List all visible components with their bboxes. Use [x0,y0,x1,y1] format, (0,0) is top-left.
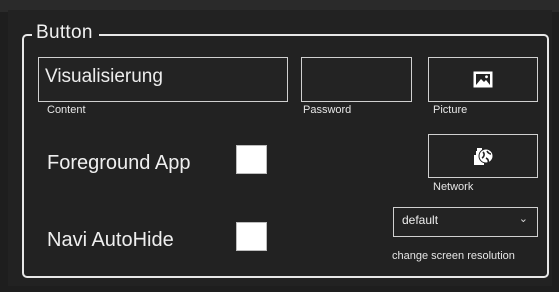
screen-resolution-value: default [402,213,439,227]
network-button[interactable] [428,134,538,178]
navi-autohide-label: Navi AutoHide [47,229,174,251]
button-settings-panel: Button Visualisierung Content Password P… [0,0,559,292]
navi-autohide-checkbox[interactable] [236,222,267,251]
groupbox-title: Button [32,20,99,46]
picture-label: Picture [433,104,468,116]
screen-resolution-label: change screen resolution [392,250,515,262]
picture-button[interactable] [428,57,538,102]
content-value: Visualisierung [45,66,163,87]
screen-resolution-dropdown[interactable]: default ⌄ [393,207,538,237]
foreground-app-label: Foreground App [47,152,191,174]
content-label: Content [47,104,86,116]
network-label: Network [433,181,474,193]
content-field[interactable]: Visualisierung [38,57,288,102]
foreground-app-checkbox[interactable] [236,145,267,174]
image-icon [473,71,493,88]
password-label: Password [303,104,352,116]
chevron-down-icon: ⌄ [518,213,528,225]
password-field[interactable] [301,57,412,102]
network-globe-icon [472,145,494,167]
